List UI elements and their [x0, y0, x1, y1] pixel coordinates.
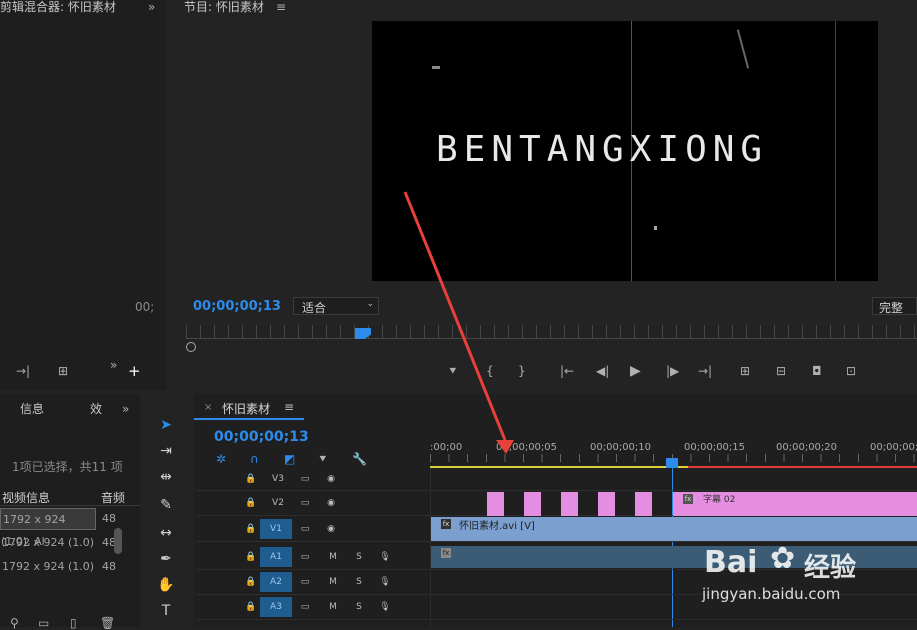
- watermark-url: jingyan.baidu.com: [702, 585, 841, 603]
- paw-icon: ✿: [770, 541, 796, 576]
- watermark-brand: Bai: [704, 545, 758, 580]
- watermark-brand2: 经验: [804, 553, 857, 583]
- annotation-arrow: [403, 191, 514, 454]
- watermark: Bai ✿ 经验 jingyan.baidu.com: [700, 541, 910, 615]
